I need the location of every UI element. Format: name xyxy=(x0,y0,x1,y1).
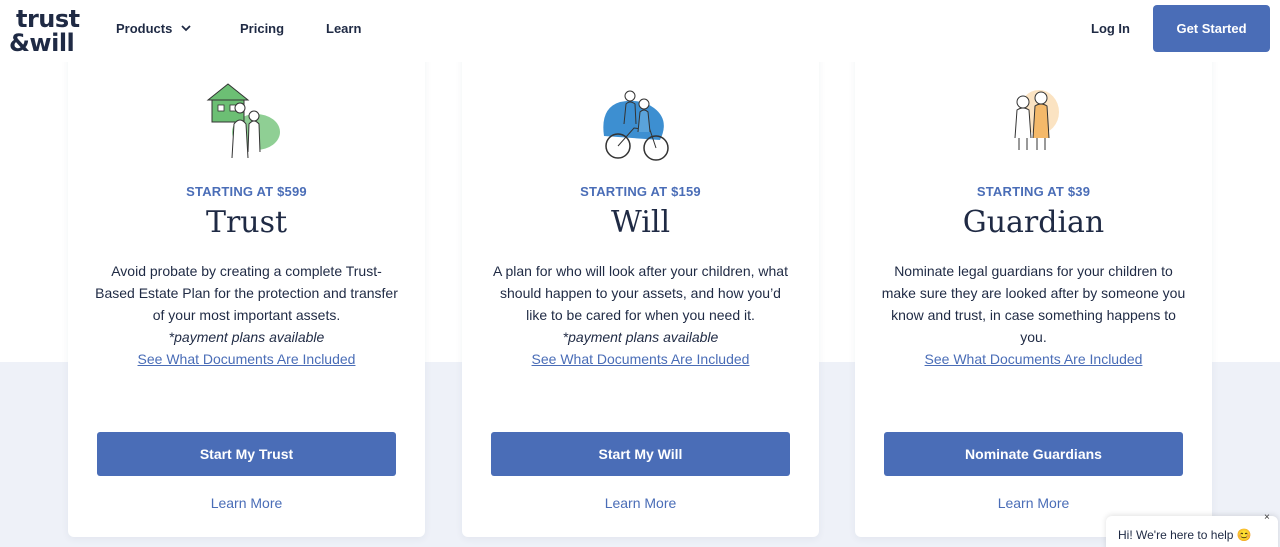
start-my-trust-button[interactable]: Start My Trust xyxy=(97,432,396,476)
guardian-title: Guardian xyxy=(962,205,1105,240)
chat-widget[interactable]: Hi! We're here to help 😊 xyxy=(1106,516,1278,547)
will-title: Will xyxy=(610,205,671,240)
site-header: trust &will Products Pricing Learn Log I… xyxy=(0,0,1280,62)
guardian-description-block: Nominate legal guardians for your childr… xyxy=(881,260,1186,370)
guardian-documents-link[interactable]: See What Documents Are Included xyxy=(881,348,1186,370)
guardian-price: STARTING AT $39 xyxy=(976,184,1091,199)
start-my-will-button[interactable]: Start My Will xyxy=(491,432,790,476)
logo-line-1: trust xyxy=(16,5,80,33)
trust-description-block: Avoid probate by creating a complete Tru… xyxy=(94,260,399,370)
nominate-guardians-button[interactable]: Nominate Guardians xyxy=(884,432,1183,476)
guardian-description: Nominate legal guardians for your childr… xyxy=(881,263,1186,345)
get-started-button[interactable]: Get Started xyxy=(1153,5,1270,52)
logo-line-2: &will xyxy=(9,29,75,57)
trust-card: STARTING AT $599 Trust Avoid probate by … xyxy=(68,40,425,537)
guardian-learn-more-link[interactable]: Learn More xyxy=(855,495,1212,511)
trust-price: STARTING AT $599 xyxy=(186,184,307,199)
will-payment-note: *payment plans available xyxy=(562,329,719,345)
login-link[interactable]: Log In xyxy=(1091,21,1130,36)
house-family-illustration xyxy=(206,83,280,159)
chevron-down-icon[interactable] xyxy=(180,24,192,32)
trust-learn-more-link[interactable]: Learn More xyxy=(68,495,425,511)
guardian-card: STARTING AT $39 Guardian Nominate legal … xyxy=(855,40,1212,537)
trust-and-will-logo[interactable]: trust &will xyxy=(9,5,80,58)
trust-payment-note: *payment plans available xyxy=(168,329,325,345)
guardians-illustration xyxy=(1014,90,1059,150)
will-documents-link[interactable]: See What Documents Are Included xyxy=(488,348,793,370)
nav-learn[interactable]: Learn xyxy=(326,21,361,36)
nav-products[interactable]: Products xyxy=(116,21,172,36)
will-description: A plan for who will look after your chil… xyxy=(493,263,788,323)
trust-documents-link[interactable]: See What Documents Are Included xyxy=(94,348,399,370)
will-description-block: A plan for who will look after your chil… xyxy=(488,260,793,370)
nav-pricing[interactable]: Pricing xyxy=(240,21,284,36)
bicycle-couple-illustration xyxy=(603,90,669,161)
will-price: STARTING AT $159 xyxy=(580,184,701,199)
trust-description: Avoid probate by creating a complete Tru… xyxy=(95,263,398,323)
will-card: STARTING AT $159 Will A plan for who wil… xyxy=(462,40,819,537)
close-icon[interactable]: × xyxy=(1264,512,1270,523)
trust-title: Trust xyxy=(205,205,288,240)
will-learn-more-link[interactable]: Learn More xyxy=(462,495,819,511)
